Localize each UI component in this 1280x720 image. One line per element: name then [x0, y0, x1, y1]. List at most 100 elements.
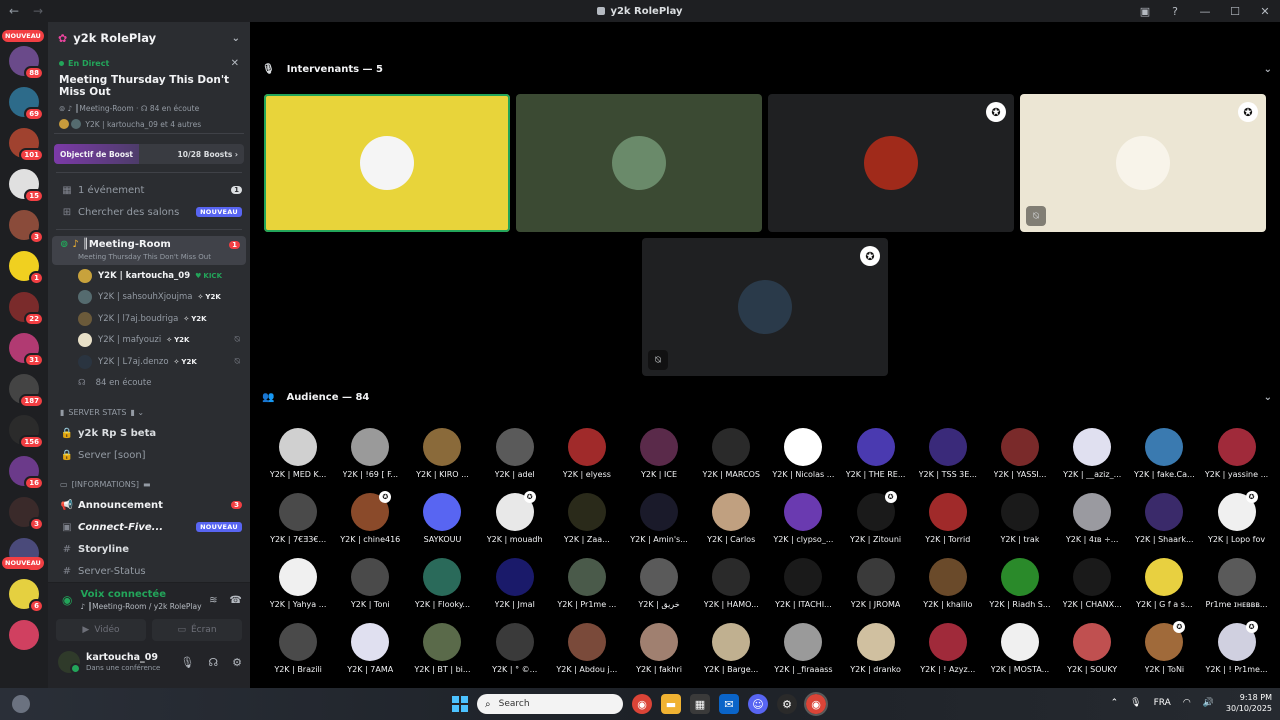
minimize-button[interactable]: — — [1190, 5, 1220, 18]
chevron-down-icon[interactable]: ⌄ — [1264, 64, 1272, 75]
audience-member[interactable]: ✪ Y2K | chine416 — [334, 491, 406, 558]
audience-member[interactable]: Y2K | MED K... — [262, 428, 334, 493]
voice-member[interactable]: Y2K | sahsouhXjoujma ✧ Y2K — [48, 287, 250, 309]
store-icon[interactable]: ▦ — [690, 694, 710, 714]
back-arrow-icon[interactable]: ← — [0, 4, 28, 18]
speaker-tile[interactable]: ✪ ⍉ — [642, 238, 888, 376]
microphone-icon[interactable]: 🎙 — [180, 656, 194, 669]
audience-member[interactable]: Y2K | KIRO ... — [406, 428, 478, 493]
speaker-tile[interactable] — [516, 94, 762, 232]
audience-member[interactable]: Y2K | خريق — [623, 558, 695, 623]
forward-arrow-icon[interactable]: → — [28, 4, 48, 18]
close-icon[interactable]: ✕ — [231, 58, 239, 69]
search-box[interactable]: ⌕ Search — [477, 694, 623, 714]
inbox-icon[interactable]: ▣ — [1130, 5, 1160, 18]
video-button[interactable]: ▶ Vidéo — [56, 619, 146, 641]
chevron-down-icon[interactable]: ⌄ — [232, 33, 240, 44]
mail-icon[interactable]: ✉ — [719, 694, 739, 714]
browse-channels-row[interactable]: ⊞ Chercher des salons NOUVEAU — [48, 201, 250, 223]
voice-member[interactable]: Y2K | mafyouzi ✧ Y2K ⍉ — [48, 330, 250, 352]
maximize-button[interactable]: ☐ — [1220, 5, 1250, 18]
audience-member[interactable]: Pr1me ɪʜᴇʙʙʙ... — [1200, 558, 1272, 623]
audience-member[interactable]: Y2K | dranko — [840, 623, 912, 688]
language-indicator[interactable]: FRA — [1154, 698, 1171, 708]
audience-member[interactable]: Y2K | Zaa... — [551, 493, 623, 558]
audience-member[interactable]: Y2K | Abdou j... — [551, 623, 623, 688]
voice-member[interactable]: Y2K | kartoucha_09 ♥ KICK — [48, 265, 250, 287]
server-icon[interactable]: 15 — [9, 169, 44, 203]
audience-member[interactable]: Y2K | Yahya ... — [262, 558, 334, 623]
start-button[interactable] — [452, 696, 468, 712]
audience-member[interactable]: Y2K | 4ɪʙ ÷... — [1056, 493, 1128, 558]
boost-goal[interactable]: Objectif de Boost 10/28 Boosts › — [54, 144, 244, 164]
speaker-tile[interactable] — [264, 94, 510, 232]
gear-icon[interactable]: ⚙ — [232, 656, 242, 669]
category-informations[interactable]: ▭ [INFORMATIONS] ▬ — [48, 474, 250, 494]
audience-member[interactable]: Y2K | Jmal — [479, 558, 551, 623]
audience-member[interactable]: ✪ Y2K | Zitouni — [840, 491, 912, 558]
channel-announcement[interactable]: 📢 Announcement 3 — [48, 494, 250, 516]
audience-member[interactable]: Y2K | adel — [479, 428, 551, 493]
live-event-card[interactable]: En Direct ✕ Meeting Thursday This Don't M… — [54, 54, 244, 134]
audience-member[interactable]: Y2K | ICE — [623, 428, 695, 493]
audience-member[interactable]: Y2K | elyess — [551, 428, 623, 493]
close-button[interactable]: ✕ — [1250, 5, 1280, 18]
category-server-stats[interactable]: ▮ SERVER STATS ▮ ⌄ — [48, 402, 250, 422]
audience-member[interactable]: Y2K | Carlos — [695, 493, 767, 558]
clock[interactable]: 9:18 PM 30/10/2025 — [1226, 692, 1272, 714]
audience-member[interactable]: Y2K | Barge... — [695, 623, 767, 688]
chevron-down-icon[interactable]: ⌄ — [1264, 392, 1272, 403]
audience-member[interactable]: Y2K | TSS 3E... — [912, 428, 984, 493]
server-icon[interactable]: 187 — [9, 374, 44, 408]
audience-member[interactable]: Y2K | clypso_... — [767, 493, 839, 558]
audience-member[interactable]: Y2K | YASSI... — [984, 428, 1056, 493]
stat-channel-1[interactable]: 🔒 y2k Rp S beta — [48, 422, 250, 444]
voice-member[interactable]: Y2K | l7aj.boudriga ✧ Y2K — [48, 308, 250, 330]
server-icon[interactable]: 31 — [9, 333, 44, 367]
audience-member[interactable]: Y2K | trak — [984, 493, 1056, 558]
volume-icon[interactable]: 🔊 — [1203, 698, 1214, 708]
audience-member[interactable]: Y2K | MARCOS — [695, 428, 767, 493]
audience-member[interactable]: Y2K | ! Azyz... — [912, 623, 984, 688]
audience-member[interactable]: ✪ Y2K | ! Pr1me... — [1200, 621, 1272, 688]
tray-chevron-icon[interactable]: ⌃ — [1111, 698, 1119, 708]
audience-member[interactable]: Y2K | Shaark... — [1128, 493, 1200, 558]
listeners-row[interactable]: ☊ 84 en écoute — [48, 373, 250, 395]
chrome-icon[interactable]: ◉ — [632, 694, 652, 714]
audience-member[interactable]: Y2K | Torrid — [912, 493, 984, 558]
steam-icon[interactable]: ⚙ — [777, 694, 797, 714]
file-explorer-icon[interactable]: ▬ — [661, 694, 681, 714]
server-icon[interactable]: 1 — [9, 251, 44, 285]
audience-member[interactable]: Y2K | fake.Ca... — [1128, 428, 1200, 493]
audience-member[interactable]: Y2K | Amin's... — [623, 493, 695, 558]
audience-member[interactable]: SAYKOUU — [406, 493, 478, 558]
audience-member[interactable]: Y2K | G f a s... — [1128, 558, 1200, 623]
speaker-tile[interactable]: ✪ — [768, 94, 1014, 232]
server-icon[interactable]: 6 — [9, 579, 44, 613]
voice-member[interactable]: Y2K | L7aj.denzo ✧ Y2K ⍉ — [48, 351, 250, 373]
audience-member[interactable]: Y2K | 7€Ǝ3€... — [262, 493, 334, 558]
server-icon[interactable]: 156 — [9, 415, 44, 449]
audience-member[interactable]: Y2K | 7AMA — [334, 623, 406, 688]
discord-icon[interactable]: ☺ — [748, 694, 768, 714]
audience-member[interactable]: Y2K | fakhri — [623, 623, 695, 688]
audience-member[interactable]: Y2K | Flooky... — [406, 558, 478, 623]
server-header[interactable]: ✿ y2k RolePlay ⌄ — [48, 22, 250, 54]
events-row[interactable]: ▦ 1 événement 1 — [48, 179, 250, 201]
channel-storyline[interactable]: # Storyline — [48, 538, 250, 560]
help-icon[interactable]: ? — [1160, 5, 1190, 18]
audience-member[interactable]: Y2K | khalilo — [912, 558, 984, 623]
channel-server-status[interactable]: # Server-Status — [48, 560, 250, 582]
audience-member[interactable]: Y2K | !69 [ F... — [334, 428, 406, 493]
server-icon[interactable]: 69 — [9, 87, 44, 121]
audience-member[interactable]: Y2K | ° ©... — [479, 623, 551, 688]
audience-member[interactable]: Y2K | JROMA — [840, 558, 912, 623]
audience-member[interactable]: Y2K | Pr1me ... — [551, 558, 623, 623]
audience-member[interactable]: Y2K | BT | bi... — [406, 623, 478, 688]
channel-connect-five[interactable]: ▣ Connect-Five... NOUVEAU — [48, 516, 250, 538]
audience-member[interactable]: Y2K | CHANX... — [1056, 558, 1128, 623]
headphones-icon[interactable]: ☊ — [208, 656, 218, 669]
audience-member[interactable]: Y2K | yassine ... — [1200, 428, 1272, 493]
server-icon[interactable]: 88 — [9, 46, 44, 80]
audience-member[interactable]: Y2K | _firaaass — [767, 623, 839, 688]
